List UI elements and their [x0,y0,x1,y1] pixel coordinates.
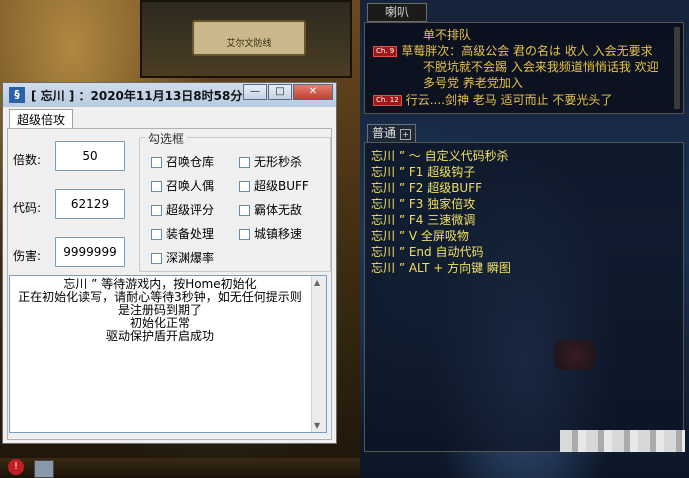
checkbox-summon-storage[interactable]: 召唤仓库 [151,153,214,170]
multiplier-label: 倍数: [13,153,42,167]
map-minimap: 艾尔文防线 [140,0,352,78]
chat-line: Ch. 12 行云....剑神 老马 适可而止 不要光头了 [373,91,612,108]
minimize-button[interactable]: — [243,84,267,100]
watermark-blur [560,430,685,452]
command-line: 忘川 ” F2 超级BUFF [371,181,483,195]
chat-scrollbar[interactable] [674,27,680,109]
command-line: 忘川 ” ALT + 方向键 瞬图 [371,261,511,275]
checkbox-town-speed[interactable]: 城镇移速 [239,225,302,242]
code-input[interactable]: 62129 [55,189,125,219]
tab-super-multiplier[interactable]: 超级倍攻 [9,109,73,129]
tool-window: § [ 忘川 ] ：2020年11月13日8时58分... — □ ✕ 超级倍攻… [2,82,337,444]
checkbox-group-title: 勾选框 [145,130,188,147]
checkbox-equip-process[interactable]: 装备处理 [151,225,214,242]
window-titlebar[interactable]: § [ 忘川 ] ：2020年11月13日8时58分... — □ ✕ [3,83,336,107]
speaker-chat-box: 单不排队 Ch. 9 草莓胖次：高级公会 君の名は 收人 入会无要求 不脱坑就不会… [364,22,684,114]
plus-icon[interactable]: + [400,129,412,140]
channel-badge: Ch. 9 [373,46,398,57]
command-line: 忘川 ” ～ 自定义代码秒杀 [371,149,509,163]
log-scrollbar[interactable]: ▲ ▼ [311,276,326,432]
command-line: 忘川 ” End 自动代码 [371,245,484,259]
multiplier-input[interactable]: 50 [55,141,125,171]
chat-line: 不脱坑就不会踢 入会来我频道悄悄话我 欢迎 [423,60,659,74]
checkbox-super-armor[interactable]: 霸体无敌 [239,201,302,218]
damage-label: 伤害: [13,249,42,263]
channel-badge: Ch. 12 [373,95,402,106]
command-line: 忘川 ” F3 独家倍攻 [371,197,476,211]
chat-line: 单不排队 [423,28,472,42]
checkbox-super-score[interactable]: 超级评分 [151,201,214,218]
maximize-button[interactable]: □ [268,84,292,100]
checkbox-abyss-drop[interactable]: 深渊爆率 [151,249,214,266]
close-button[interactable]: ✕ [293,84,333,100]
normal-chat-box: 忘川 ” ～ 自定义代码秒杀 忘川 ” F1 超级钩子 忘川 ” F2 超级BU… [364,142,684,452]
quickslot-icon[interactable] [34,460,54,478]
checkbox-super-buff[interactable]: 超级BUFF [239,177,309,194]
chat-line: Ch. 9 草莓胖次：高级公会 君の名は 收人 入会无要求 [373,42,653,59]
command-line: 忘川 ” F4 三速微调 [371,213,476,227]
bottom-toolbar [0,458,360,478]
app-icon: § [9,87,25,103]
checkbox-summon-doll[interactable]: 召唤人偶 [151,177,214,194]
tab-speaker[interactable]: 喇叭 [367,3,427,22]
window-title: [ 忘川 ] ：2020年11月13日8时58分... [31,89,257,103]
map-sign-plate: 艾尔文防线 [192,20,306,56]
scroll-down-icon[interactable]: ▼ [314,421,320,430]
checkbox-invisible-kill[interactable]: 无形秒杀 [239,153,302,170]
chat-line: 多号党 养老党加入 [423,76,523,90]
tab-normal[interactable]: 普通 + [367,124,417,143]
damage-input[interactable]: 9999999 [55,237,125,267]
warning-icon[interactable]: ! [8,459,24,475]
status-log[interactable]: 忘川 ” 等待游戏内，按Home初始化 正在初始化读写，请耐心等待3秒钟，如无任… [9,275,327,433]
command-line: 忘川 ” F1 超级钩子 [371,165,476,179]
code-label: 代码: [13,201,42,215]
command-line: 忘川 ” V 全屏吸物 [371,229,469,243]
scroll-up-icon[interactable]: ▲ [314,278,320,287]
log-line: 驱动保护盾开启成功 [105,329,214,343]
